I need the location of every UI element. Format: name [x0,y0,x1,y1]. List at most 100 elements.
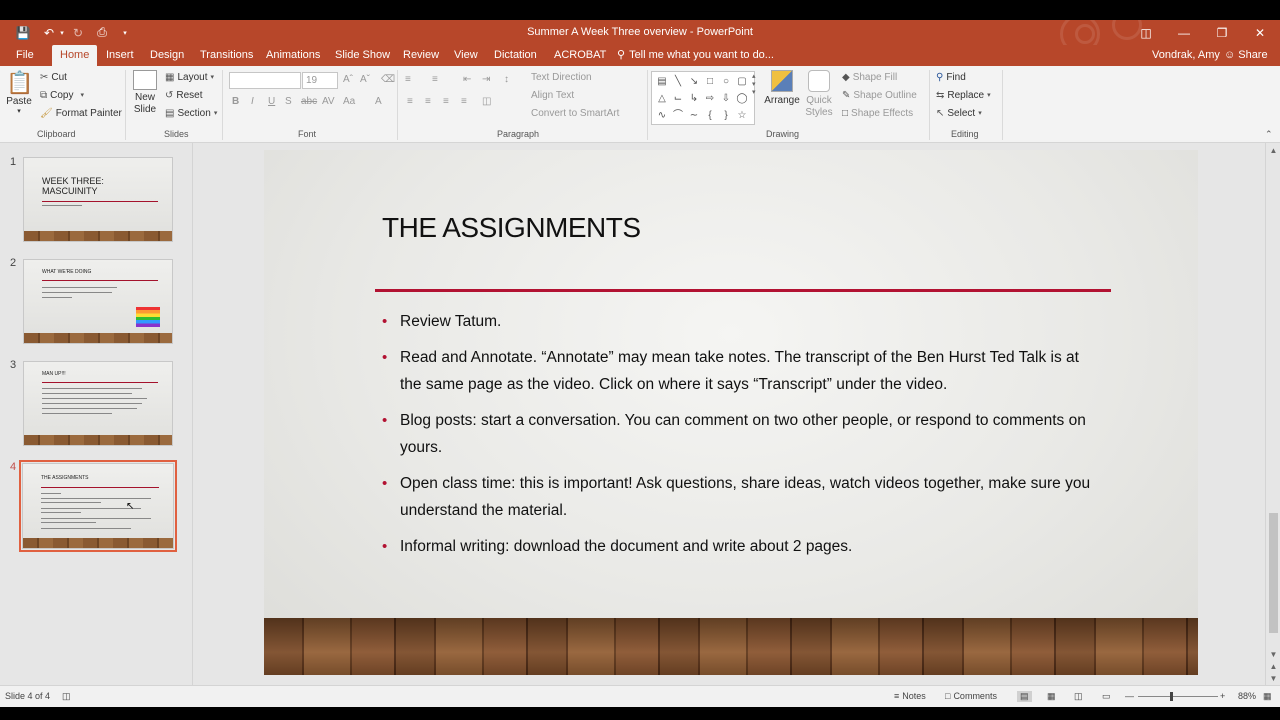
search-icon: ⚲ [936,71,944,83]
clear-formatting-button[interactable]: ⌫ [381,74,395,85]
shape-outline-button[interactable]: ✎ Shape Outline [842,90,917,101]
tab-review[interactable]: Review [403,45,439,66]
line-spacing-button[interactable]: ↕ [504,74,509,85]
tab-slide-show[interactable]: Slide Show [335,45,390,66]
vertical-scrollbar[interactable]: ▲ ▼ ▲ ▼ [1265,143,1280,685]
font-name-box[interactable] [229,72,301,89]
title-bar: 💾 ↶ ▾ ↻ ⎙ ▾ Summer A Week Three overview… [0,20,1280,54]
shape-effects-button[interactable]: □ Shape Effects [842,108,913,119]
slide-thumbnail-3[interactable]: MAN UP!!! [23,361,173,446]
section-button[interactable]: ▤ Section ▾ [165,108,217,119]
slide-thumbnail-4[interactable]: THE ASSIGNMENTS ↖ [19,460,177,552]
zoom-out-button[interactable]: — [1125,691,1134,701]
reset-button[interactable]: ↺ Reset [165,90,203,101]
paintbrush-icon: 🖌 [40,107,53,119]
shape-fill-button[interactable]: ◆ Shape Fill [842,72,897,83]
zoom-slider-knob[interactable] [1170,692,1173,701]
layout-button[interactable]: ▦ Layout ▾ [165,72,214,83]
cut-button[interactable]: ✂ Cut [40,72,67,83]
slide-sorter-button[interactable]: ▦ [1047,691,1056,702]
thumbnail-wood-floor [24,333,172,343]
tab-acrobat[interactable]: ACROBAT [554,45,606,66]
justify-button[interactable]: ≡ [461,96,467,107]
normal-view-button[interactable]: ▤ [1017,691,1032,702]
thumbnail-title: WHAT WE'RE DOING [42,269,92,275]
text-direction-button[interactable]: Text Direction [531,72,592,83]
zoom-in-button[interactable]: + [1220,691,1225,701]
status-bar: Slide 4 of 4 ◫ ≡ Notes □ Comments ▤ ▦ ◫ ▭ … [0,685,1280,707]
tab-home[interactable]: Home [52,45,98,66]
select-button[interactable]: ↖ Select ▾ [936,108,982,119]
scrollbar-thumb[interactable] [1269,513,1278,633]
convert-smartart-button[interactable]: Convert to SmartArt [531,108,619,119]
align-text-button[interactable]: Align Text [531,90,574,101]
shapes-more-icon[interactable]: ▴ ▾ ▾ [752,72,756,96]
zoom-level[interactable]: 88% [1238,691,1256,701]
fit-slide-icon[interactable]: ▦ [1263,691,1272,702]
slide-show-button[interactable]: ▭ [1102,691,1111,702]
ribbon-display-options-icon[interactable]: ◫ [1127,20,1165,45]
group-separator [1002,70,1003,140]
font-color-button[interactable]: A [375,96,382,107]
tab-file[interactable]: File [16,45,34,66]
strikethrough-button[interactable]: abc [301,96,317,107]
close-icon[interactable]: ✕ [1241,20,1279,45]
font-increase-button[interactable]: Aˆ [343,74,353,85]
tab-view[interactable]: View [454,45,478,66]
shapes-gallery[interactable]: ▤ ╲ ↘ □ ○ ▢ △ ⌙ ↳ ⇨ ⇩ ◯ ∿ ⌒ ∼ {} ☆ [651,71,755,125]
paste-button[interactable]: 📋 Paste ▾ [6,70,33,115]
slide-thumbnail-2[interactable]: WHAT WE'RE DOING [23,259,173,344]
bullet-item: Read and Annotate. “Annotate” may mean t… [382,344,1102,398]
user-name[interactable]: Vondrak, Amy [1152,45,1220,66]
minimize-icon[interactable]: — [1165,20,1203,45]
reset-label: Reset [176,90,203,101]
columns-button[interactable]: ◫ [482,96,491,107]
character-spacing-button[interactable]: AV [322,96,335,107]
tab-animations[interactable]: Animations [266,45,320,66]
arrange-button[interactable]: Arrange [762,70,802,106]
center-button[interactable]: ≡ [425,96,431,107]
numbering-button[interactable]: ≡ [432,74,438,85]
slide-content-placeholder[interactable]: Review Tatum. Read and Annotate. “Annota… [382,308,1102,569]
scroll-up-icon[interactable]: ▲ [1268,145,1279,156]
align-left-button[interactable]: ≡ [407,96,413,107]
bold-button[interactable]: B [232,96,239,107]
tab-design[interactable]: Design [150,45,184,66]
tab-dictation[interactable]: Dictation [494,45,537,66]
format-painter-button[interactable]: 🖌 Format Painter [40,108,122,119]
copy-button[interactable]: ⧉ Copy ▾ [40,90,84,101]
next-slide-icon[interactable]: ▼ [1268,673,1279,684]
reading-view-button[interactable]: ◫ [1074,691,1083,702]
maximize-icon[interactable]: ❐ [1203,20,1241,45]
find-button[interactable]: ⚲ Find [936,72,966,83]
spelling-check-icon[interactable]: ◫ [62,691,71,702]
new-slide-button[interactable]: New Slide [129,70,161,116]
shape-outline-label: Shape Outline [853,90,917,101]
quick-styles-button[interactable]: Quick Styles [803,70,835,119]
current-slide[interactable]: THE ASSIGNMENTS Review Tatum. Read and A… [264,150,1198,675]
replace-button[interactable]: ⇆ Replace ▾ [936,90,991,101]
slide-thumbnail-1[interactable]: WEEK THREE: MASCUINITY [23,157,173,242]
increase-indent-button[interactable]: ⇥ [482,74,490,85]
tab-insert[interactable]: Insert [106,45,134,66]
italic-button[interactable]: I [251,96,254,107]
comments-button[interactable]: □ Comments [945,691,997,701]
slide-title[interactable]: THE ASSIGNMENTS [382,212,641,244]
scroll-down-icon[interactable]: ▼ [1268,649,1279,660]
font-decrease-button[interactable]: Aˇ [360,74,370,85]
zoom-slider-track[interactable] [1138,696,1218,697]
bullets-button[interactable]: ≡ [405,74,411,85]
copy-label: Copy [50,90,74,101]
align-right-button[interactable]: ≡ [443,96,449,107]
decrease-indent-button[interactable]: ⇤ [463,74,471,85]
font-size-box[interactable]: 19 [302,72,338,89]
tell-me-search[interactable]: ⚲ Tell me what you want to do... [617,45,774,66]
change-case-button[interactable]: Aa [343,96,355,107]
underline-button[interactable]: U [268,96,275,107]
notes-button[interactable]: ≡ Notes [894,691,926,701]
shadow-button[interactable]: S [285,96,292,107]
previous-slide-icon[interactable]: ▲ [1268,661,1279,672]
tab-transitions[interactable]: Transitions [200,45,253,66]
share-button[interactable]: ☺ Share [1224,45,1268,66]
collapse-ribbon-icon[interactable]: ⌃ [1265,129,1273,140]
